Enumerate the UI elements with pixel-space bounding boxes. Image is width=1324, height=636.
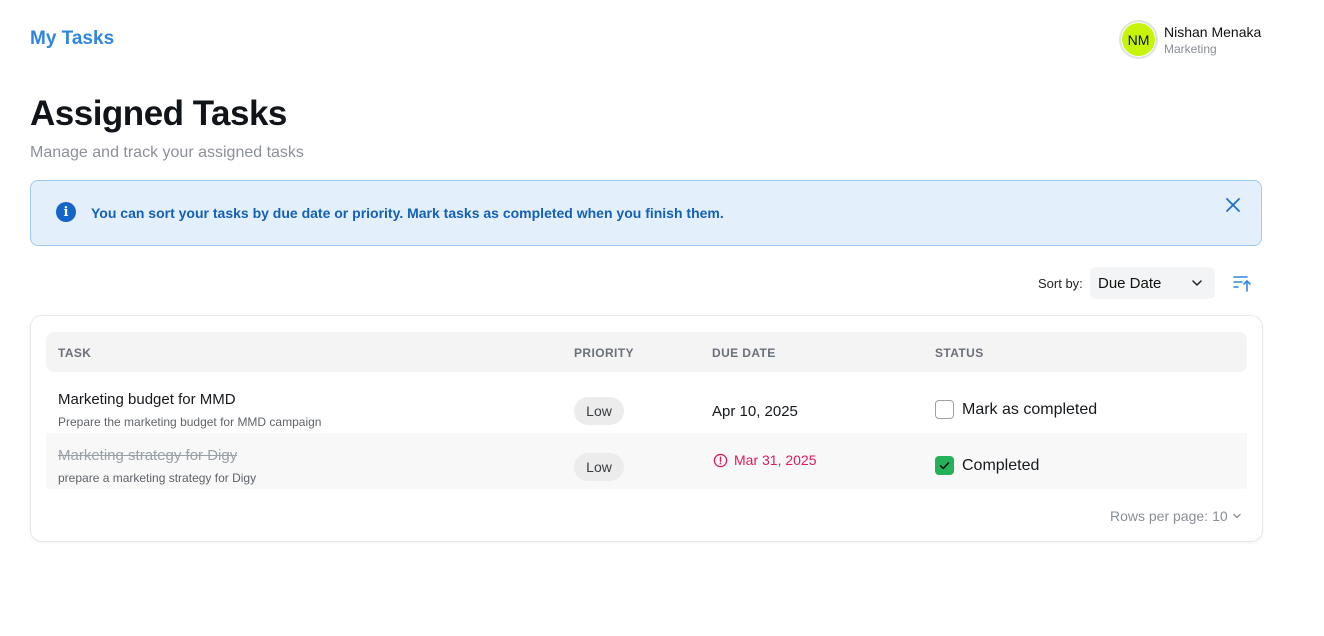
user-info: Nishan Menaka Marketing (1164, 23, 1261, 57)
column-header-status[interactable]: STATUS (935, 346, 984, 360)
check-icon (939, 461, 950, 470)
info-alert: i You can sort your tasks by due date or… (30, 180, 1262, 246)
table-row: Marketing strategy for Digy prepare a ma… (46, 433, 1247, 489)
mark-complete-toggle[interactable]: Mark as completed (935, 400, 1097, 419)
rows-per-page-select[interactable]: 10 (1212, 508, 1242, 524)
priority-badge: Low (574, 397, 624, 425)
table-row: Marketing budget for MMD Prepare the mar… (46, 377, 1247, 433)
checkbox-unchecked[interactable] (935, 400, 954, 419)
column-header-task[interactable]: TASK (58, 346, 91, 360)
user-name: Nishan Menaka (1164, 23, 1262, 40)
page-title: Assigned Tasks (30, 94, 287, 133)
avatar[interactable]: NM (1119, 20, 1158, 59)
close-icon[interactable] (1224, 196, 1242, 214)
column-header-priority[interactable]: PRIORITY (574, 346, 634, 360)
info-icon: i (56, 202, 76, 222)
brand-link[interactable]: My Tasks (30, 28, 114, 50)
page-subtitle: Manage and track your assigned tasks (30, 144, 304, 161)
due-date: Apr 10, 2025 (712, 403, 798, 420)
task-title: Marketing budget for MMD (58, 391, 236, 408)
task-title: Marketing strategy for Digy (58, 447, 238, 464)
sort-label: Sort by: (1038, 276, 1083, 291)
app-root: My Tasks NM Nishan Menaka Marketing Assi… (0, 0, 1324, 636)
checkbox-checked[interactable] (935, 456, 954, 475)
rows-per-page-label: Rows per page: (1110, 508, 1209, 524)
mark-complete-toggle[interactable]: Completed (935, 456, 1039, 475)
alert-message: You can sort your tasks by due date or p… (91, 205, 724, 221)
chevron-down-icon (1232, 513, 1241, 519)
sort-select[interactable]: Due Date (1090, 267, 1215, 299)
due-date-overdue: Mar 31, 2025 (713, 452, 817, 468)
due-date: Mar 31, 2025 (734, 452, 817, 468)
user-department: Marketing (1164, 41, 1217, 56)
sort-ascending-icon[interactable] (1232, 274, 1252, 292)
rows-per-page-value: 10 (1212, 508, 1228, 524)
task-description: prepare a marketing strategy for Digy (58, 471, 257, 485)
priority-badge: Low (574, 453, 624, 481)
status-label: Mark as completed (962, 400, 1098, 418)
table-header: TASK PRIORITY DUE DATE STATUS (46, 332, 1247, 372)
status-label: Completed (962, 456, 1040, 474)
alert-circle-icon (713, 453, 728, 467)
user-profile[interactable]: NM Nishan Menaka Marketing (1119, 20, 1261, 59)
chevron-down-icon (1192, 280, 1202, 286)
task-description: Prepare the marketing budget for MMD cam… (58, 415, 322, 429)
sort-selected-value: Due Date (1098, 274, 1162, 292)
pagination: Rows per page: 10 (1110, 508, 1242, 524)
tasks-table-card: TASK PRIORITY DUE DATE STATUS Marketing … (30, 315, 1263, 542)
column-header-due-date[interactable]: DUE DATE (712, 346, 776, 360)
